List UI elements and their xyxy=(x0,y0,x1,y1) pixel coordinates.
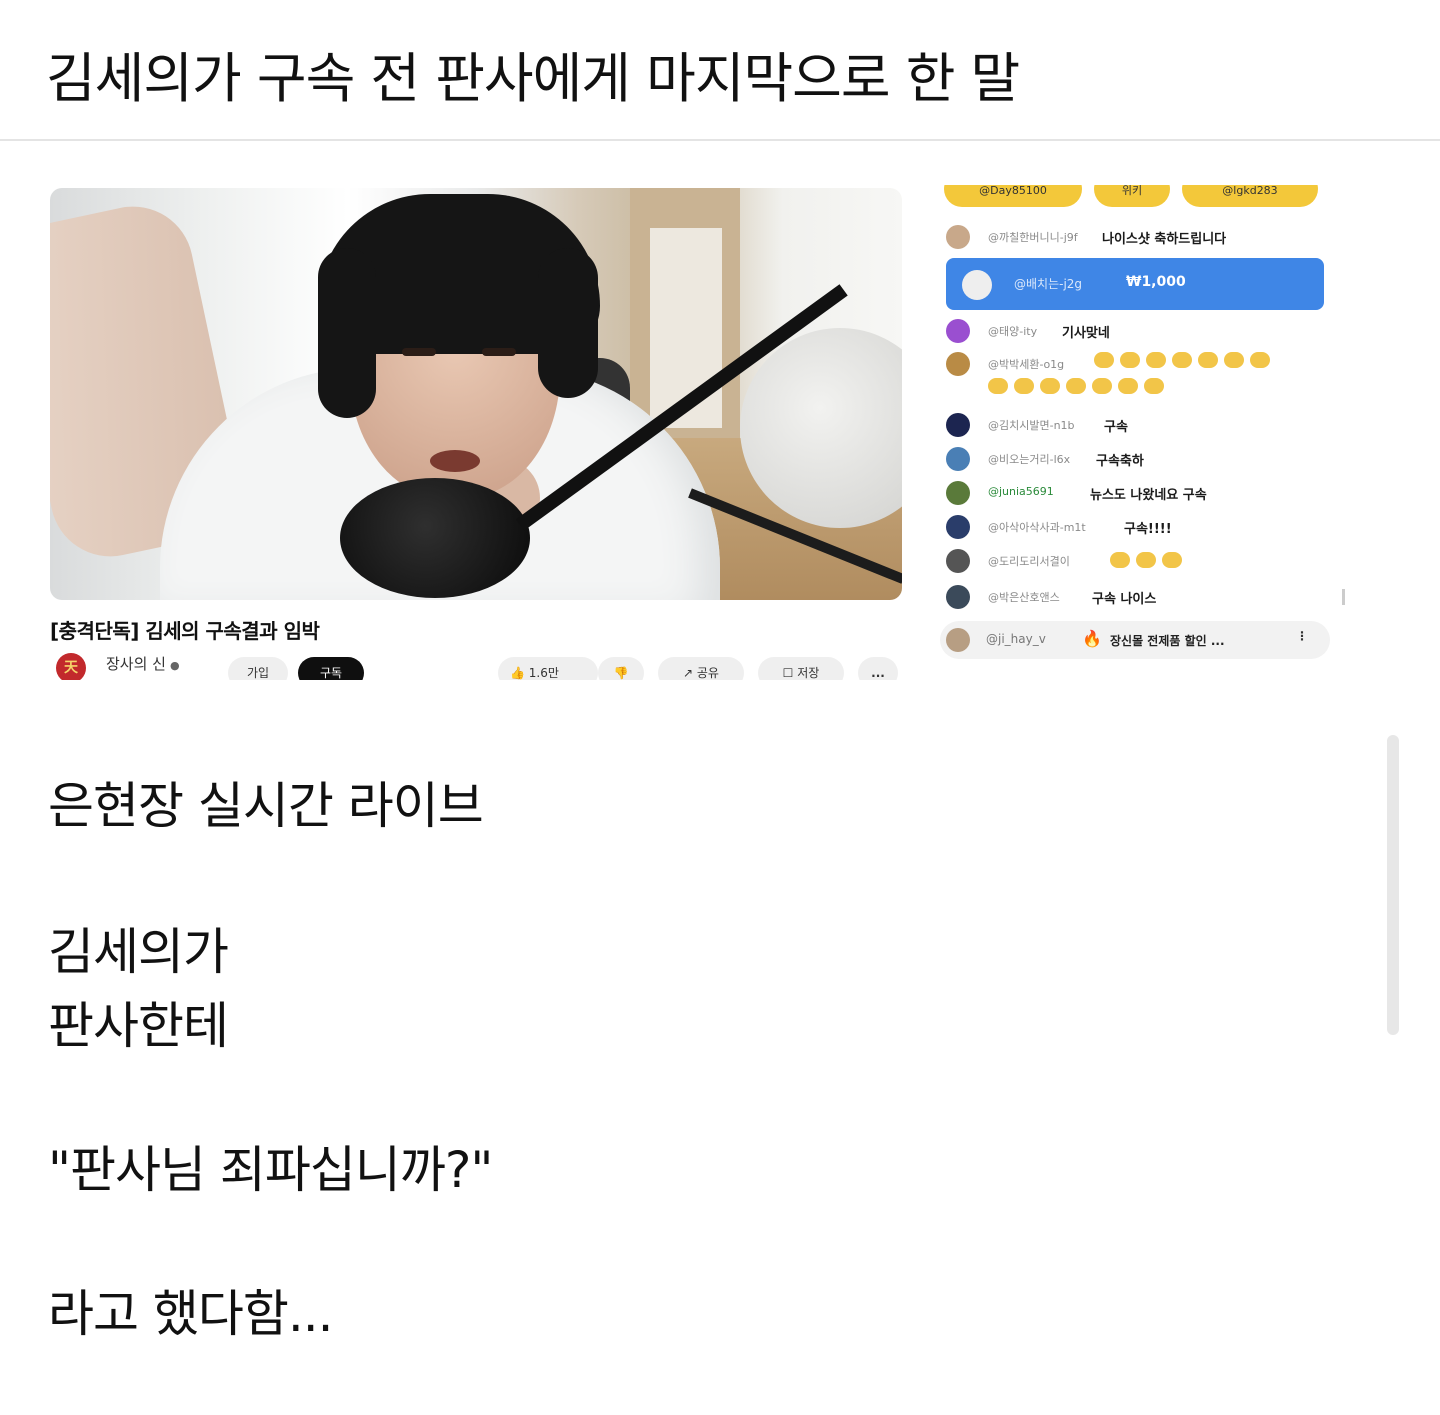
pinned-message[interactable]: @ji_hay_v 🔥 장신몰 전제품 할인 ... ⋮ xyxy=(940,621,1330,659)
emoji-icon xyxy=(1224,352,1244,368)
verified-icon: ● xyxy=(169,659,180,672)
chat-emoji-row xyxy=(1110,552,1188,568)
join-button[interactable]: 가입 xyxy=(228,657,288,680)
avatar[interactable] xyxy=(962,270,992,300)
more-button[interactable]: ... xyxy=(858,657,898,680)
video-player[interactable] xyxy=(50,188,902,600)
bookmark-icon: ☐ xyxy=(782,666,794,680)
emoji-icon xyxy=(1250,352,1270,368)
superchat-amount: ₩1,000 xyxy=(1126,274,1186,290)
emoji-icon xyxy=(1198,352,1218,368)
avatar[interactable] xyxy=(946,628,970,652)
embedded-video-screenshot: [충격단독] 김세의 구속결과 임박 天 장사의 신 ● 가입 구독 👍 1.6만… xyxy=(50,185,1350,680)
avatar[interactable] xyxy=(946,549,970,573)
more-vert-icon[interactable]: ⋮ xyxy=(1296,629,1308,643)
avatar[interactable] xyxy=(946,413,970,437)
chat-text: 구속축하 xyxy=(1096,454,1144,469)
emoji-icon xyxy=(1066,378,1086,394)
dislike-button[interactable]: 👎 xyxy=(598,657,644,680)
chat-username[interactable]: @까칠한버니니-j9f xyxy=(988,229,1078,245)
thumbs-up-icon: 👍 xyxy=(510,666,525,680)
thumbs-down-icon: 👎 xyxy=(613,666,629,680)
post-paragraph: 김세의가 xyxy=(48,923,229,981)
post-title: 김세의가 구속 전 판사에게 마지막으로 한 말 xyxy=(46,47,1020,110)
emoji-icon xyxy=(988,378,1008,394)
emoji-icon xyxy=(1172,352,1192,368)
avatar[interactable] xyxy=(946,225,970,249)
emoji-icon xyxy=(1094,352,1114,368)
video-person-hair-right xyxy=(538,248,598,398)
chat-username[interactable]: @도리도리서결이 xyxy=(988,553,1070,569)
pinned-text: 장신몰 전제품 할인 ... xyxy=(1110,634,1225,648)
emoji-icon xyxy=(1162,552,1182,568)
emoji-icon xyxy=(1146,352,1166,368)
save-button[interactable]: ☐ 저장 xyxy=(758,657,844,680)
emoji-icon xyxy=(1040,378,1060,394)
avatar[interactable] xyxy=(946,585,970,609)
chat-username[interactable]: @박박세환-o1g xyxy=(988,356,1064,372)
emoji-icon xyxy=(1120,352,1140,368)
video-microphone xyxy=(340,478,530,598)
channel-name[interactable]: 장사의 신 xyxy=(106,655,166,673)
like-button[interactable]: 👍 1.6만 xyxy=(498,657,598,680)
video-person-eye-right xyxy=(482,348,516,356)
video-title: [충격단독] 김세의 구속결과 임박 xyxy=(50,619,320,643)
post-paragraph: 은현장 실시간 라이브 xyxy=(48,777,484,835)
chat-chip[interactable]: 위키 xyxy=(1094,185,1170,207)
fire-icon: 🔥 xyxy=(1082,629,1102,648)
avatar[interactable] xyxy=(946,515,970,539)
channel-avatar[interactable]: 天 xyxy=(56,653,86,680)
chat-emoji-row xyxy=(1094,352,1276,368)
like-count: 1.6만 xyxy=(528,666,559,680)
chat-scrollbar[interactable] xyxy=(1342,589,1345,605)
post-paragraph: 판사한테 xyxy=(48,997,229,1055)
share-icon: ↗ xyxy=(683,666,694,680)
chat-username[interactable]: @김치시발면-n1b xyxy=(988,417,1075,433)
post-paragraph: "판사님 죄파십니까?" xyxy=(48,1141,493,1199)
chat-chip[interactable]: @Day85100 xyxy=(944,185,1082,207)
share-label: 공유 xyxy=(696,666,719,680)
subscribe-button[interactable]: 구독 xyxy=(298,657,364,680)
post-paragraph: 라고 했다함... xyxy=(48,1285,334,1343)
chat-username[interactable]: @배치는-j2g xyxy=(1014,275,1082,292)
chat-text: 구속 xyxy=(1104,420,1128,435)
channel-row: 天 장사의 신 ● 가입 구독 👍 1.6만 👎 ↗ 공유 ☐ 저장 ... xyxy=(50,647,902,680)
chat-username[interactable]: @태양-ity xyxy=(988,323,1037,339)
chat-text: 뉴스도 나왔네요 구속 xyxy=(1090,488,1207,503)
chat-username[interactable]: @박은산호앤스 xyxy=(988,589,1060,605)
chat-username[interactable]: @아삭아삭사과-m1t xyxy=(988,519,1086,535)
save-label: 저장 xyxy=(797,666,820,680)
chat-text: 구속 나이스 xyxy=(1092,592,1157,607)
chat-username[interactable]: @ji_hay_v xyxy=(986,632,1046,646)
chat-emoji-row-2 xyxy=(988,378,1170,394)
chat-top-chips: @Day85100 위키 @lgkd283 xyxy=(944,185,1350,211)
chat-text: 구속!!!! xyxy=(1124,522,1172,537)
title-divider xyxy=(0,139,1440,141)
chat-text: 기사맞네 xyxy=(1062,326,1110,341)
emoji-icon xyxy=(1014,378,1034,394)
avatar[interactable] xyxy=(946,319,970,343)
superchat-message: @배치는-j2g ₩1,000 xyxy=(946,258,1324,310)
avatar[interactable] xyxy=(946,447,970,471)
video-person-hair-left xyxy=(318,248,376,418)
video-person-mouth xyxy=(430,450,480,472)
avatar[interactable] xyxy=(946,481,970,505)
emoji-icon xyxy=(1092,378,1112,394)
avatar[interactable] xyxy=(946,352,970,376)
emoji-icon xyxy=(1118,378,1138,394)
chat-username[interactable]: @junia5691 xyxy=(988,485,1054,498)
emoji-icon xyxy=(1110,552,1130,568)
chat-text: 나이스샷 축하드립니다 xyxy=(1102,232,1227,247)
emoji-icon xyxy=(1144,378,1164,394)
live-chat-panel: @Day85100 위키 @lgkd283 @까칠한버니니-j9f 나이스샷 축… xyxy=(920,185,1350,680)
emoji-icon xyxy=(1136,552,1156,568)
channel-name-wrap[interactable]: 장사의 신 ● xyxy=(106,653,180,674)
chat-username[interactable]: @비오는거리-l6x xyxy=(988,451,1070,467)
share-button[interactable]: ↗ 공유 xyxy=(658,657,744,680)
page-scrollbar[interactable] xyxy=(1387,735,1399,1035)
chat-chip[interactable]: @lgkd283 xyxy=(1182,185,1318,207)
video-person-eye-left xyxy=(402,348,436,356)
